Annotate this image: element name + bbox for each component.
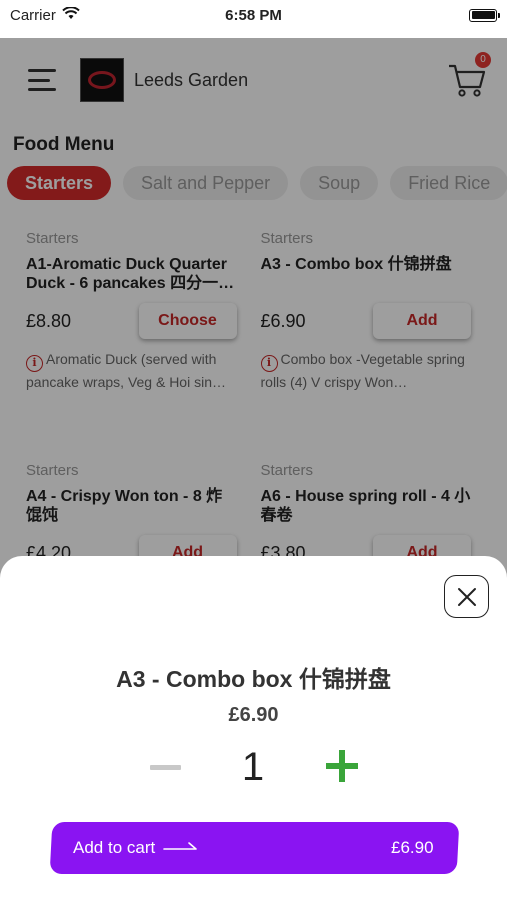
arrow-right-icon <box>163 842 198 850</box>
carrier-label: Carrier <box>10 6 56 24</box>
close-button[interactable] <box>444 575 489 618</box>
battery-icon <box>469 8 500 22</box>
add-to-cart-button[interactable]: Add to cart £6.90 <box>49 822 460 874</box>
item-price: £6.90 <box>228 704 279 726</box>
item-title: A3 - Combo box 什锦拼盘 <box>116 666 391 692</box>
close-icon <box>457 587 476 606</box>
increase-quantity-button[interactable] <box>326 750 358 782</box>
status-bar: Carrier 6:58 PM <box>0 0 507 30</box>
add-to-cart-amount: £6.90 <box>391 838 434 857</box>
decrease-quantity-button[interactable] <box>150 765 181 770</box>
wifi-icon <box>62 5 80 24</box>
add-to-cart-label: Add to cart <box>73 838 156 857</box>
add-item-sheet: A3 - Combo box 什锦拼盘 £6.90 1 Add to cart … <box>0 556 507 900</box>
quantity-value: 1 <box>241 745 265 789</box>
quantity-stepper: 1 <box>0 742 507 792</box>
